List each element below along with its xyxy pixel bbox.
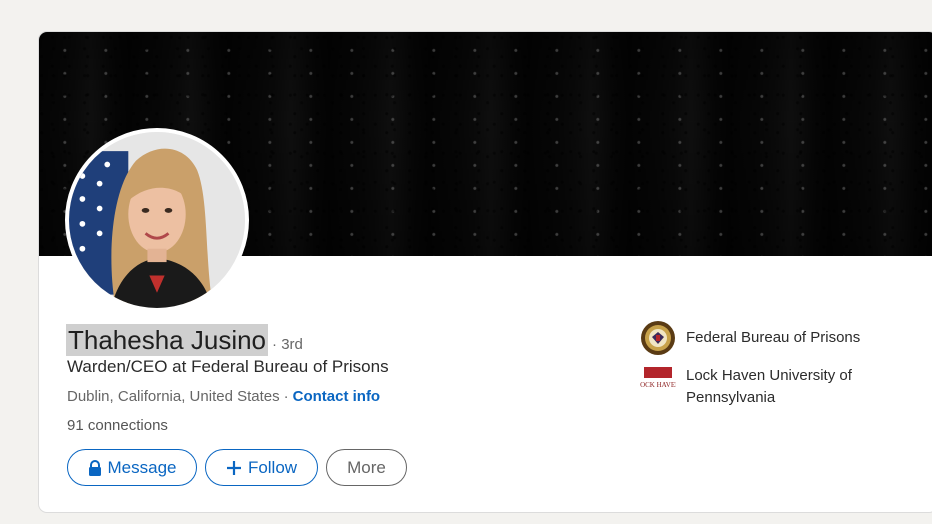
- name-row: Thahesha Jusino · 3rd: [66, 324, 303, 356]
- avatar-portrait: [69, 132, 245, 308]
- message-button[interactable]: Message: [67, 449, 197, 486]
- connection-degree: · 3rd: [272, 336, 303, 353]
- lock-haven-logo-icon: LOCK HAVEN: [640, 365, 676, 401]
- contact-info-link[interactable]: Contact info: [293, 388, 381, 405]
- education-link[interactable]: LOCK HAVEN Lock Haven University of Penn…: [640, 365, 886, 409]
- message-label: Message: [107, 457, 177, 477]
- profile-card: Thahesha Jusino · 3rd Warden/CEO at Fede…: [38, 31, 932, 513]
- follow-button[interactable]: Follow: [205, 449, 318, 486]
- logo-text: LOCK HAVEN: [640, 381, 676, 389]
- profile-photo[interactable]: [65, 128, 249, 312]
- school-name: Lock Haven University of Pennsylvania: [686, 367, 852, 406]
- profile-headline: Warden/CEO at Federal Bureau of Prisons: [67, 357, 389, 376]
- lock-icon: [88, 459, 102, 476]
- connections-count[interactable]: 91 connections: [67, 417, 168, 434]
- profile-name: Thahesha Jusino: [66, 324, 269, 356]
- company-name: Federal Bureau of Prisons: [686, 329, 861, 346]
- location-row: Dublin, California, United States · Contac…: [67, 388, 380, 405]
- more-label: More: [347, 457, 386, 477]
- profile-location: Dublin, California, United States: [67, 388, 280, 405]
- current-company-link[interactable]: Federal Bureau of Prisons: [640, 320, 886, 356]
- separator-dot: ·: [283, 388, 289, 405]
- follow-label: Follow: [247, 457, 298, 477]
- plus-icon: [226, 460, 242, 476]
- more-button[interactable]: More: [326, 449, 407, 486]
- doj-seal-icon: [641, 321, 675, 355]
